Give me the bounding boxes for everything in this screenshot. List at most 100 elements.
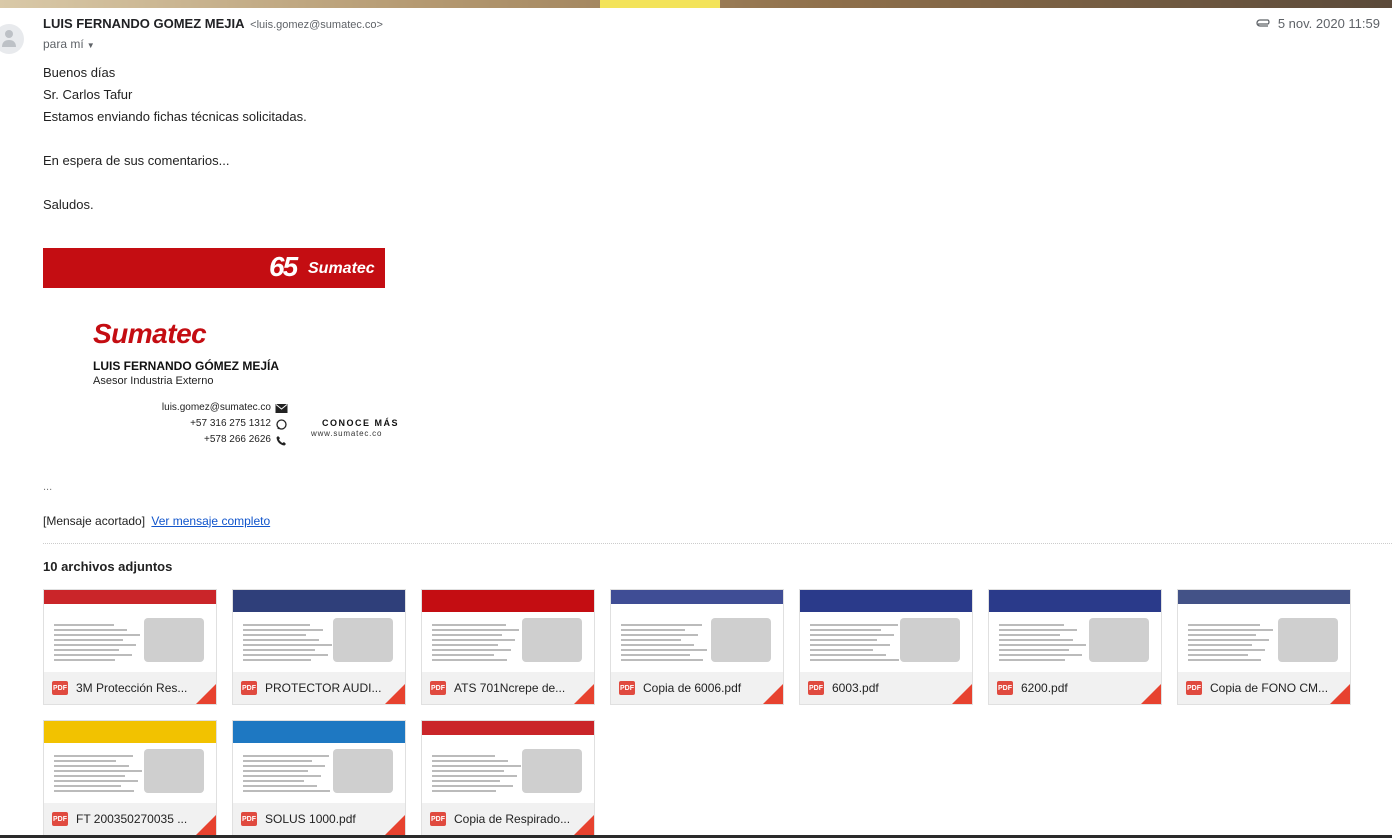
signature-banner: 65 Sumatec	[43, 248, 385, 288]
preview-line	[54, 639, 123, 641]
preview-line	[810, 654, 886, 656]
attachment-tile[interactable]: PDF 3M Protección Res...	[43, 589, 217, 705]
preview-text	[810, 624, 899, 664]
attachment-tile[interactable]: PDF ATS 701Ncrepe de...	[421, 589, 595, 705]
preview-line	[243, 649, 315, 651]
banner-65: 65	[269, 251, 298, 282]
window-top-strip	[0, 0, 1392, 8]
preview-line	[621, 624, 702, 626]
attachment-tile[interactable]: PDF FT 200350270035 ...	[43, 720, 217, 836]
preview-line	[621, 659, 703, 661]
preview-text	[432, 624, 519, 664]
preview-line	[810, 649, 873, 651]
pdf-icon: PDF	[52, 812, 68, 826]
preview-text	[243, 755, 330, 795]
conoce-url[interactable]: www.sumatec.co	[311, 429, 382, 438]
preview-line	[54, 775, 125, 777]
preview-image	[522, 749, 582, 793]
preview-line	[432, 785, 513, 787]
preview-line	[243, 760, 312, 762]
trimmed-content-toggle[interactable]: ...	[43, 481, 52, 493]
preview-line	[999, 654, 1082, 656]
preview-line	[810, 634, 894, 636]
attachment-tile[interactable]: PDF Copia de FONO CM...	[1177, 589, 1351, 705]
preview-line	[54, 644, 136, 646]
preview-line	[243, 755, 329, 757]
preview-line	[432, 765, 521, 767]
preview-image	[522, 618, 582, 662]
attachment-name: 6003.pdf	[832, 681, 879, 695]
whatsapp-icon	[276, 418, 287, 430]
preview-line	[432, 624, 506, 626]
sender-line: LUIS FERNANDO GOMEZ MEJIA <luis.gomez@su…	[43, 16, 383, 31]
attachment-preview	[44, 590, 216, 672]
preview-line	[54, 790, 134, 792]
preview-header	[44, 590, 216, 604]
preview-line	[243, 629, 323, 631]
highlight-strip	[600, 0, 720, 8]
attachment-tile[interactable]: PDF Copia de Respirado...	[421, 720, 595, 836]
pdf-icon: PDF	[430, 681, 446, 695]
preview-header	[422, 721, 594, 735]
body-line: En espera de sus comentarios...	[43, 153, 230, 168]
page-fold-icon	[1330, 684, 1350, 704]
preview-line	[621, 644, 694, 646]
page-fold-icon	[385, 815, 405, 835]
preview-image	[900, 618, 960, 662]
attachment-footer: PDF ATS 701Ncrepe de...	[422, 672, 594, 704]
preview-text	[1188, 624, 1273, 664]
page-fold-icon	[574, 684, 594, 704]
preview-line	[810, 644, 890, 646]
sender-avatar[interactable]	[0, 24, 24, 54]
sender-name[interactable]: LUIS FERNANDO GOMEZ MEJIA	[43, 16, 245, 31]
attachment-tile[interactable]: PDF Copia de 6006.pdf	[610, 589, 784, 705]
preview-image	[144, 618, 204, 662]
page-fold-icon	[574, 815, 594, 835]
pdf-icon: PDF	[241, 681, 257, 695]
signature-name: LUIS FERNANDO GÓMEZ MEJÍA	[93, 359, 280, 373]
pdf-icon: PDF	[808, 681, 824, 695]
attachment-footer: PDF Copia de 6006.pdf	[611, 672, 783, 704]
preview-line	[621, 634, 698, 636]
attachment-preview	[44, 721, 216, 803]
body-line	[43, 172, 307, 194]
attachment-preview	[989, 590, 1161, 672]
contact-mobile-row: +57 316 275 1312	[120, 416, 288, 432]
preview-line	[243, 765, 325, 767]
pdf-icon: PDF	[430, 812, 446, 826]
preview-line	[999, 629, 1077, 631]
preview-line	[432, 775, 517, 777]
preview-text	[243, 624, 332, 664]
pdf-icon: PDF	[1186, 681, 1202, 695]
preview-line	[432, 639, 515, 641]
page-fold-icon	[385, 684, 405, 704]
attachment-tile[interactable]: PDF 6003.pdf	[799, 589, 973, 705]
preview-line	[243, 790, 330, 792]
view-full-message-link[interactable]: Ver mensaje completo	[151, 514, 270, 528]
attachment-preview	[1178, 590, 1350, 672]
truncated-label: [Mensaje acortado]	[43, 514, 146, 528]
attachment-tile[interactable]: PDF SOLUS 1000.pdf	[232, 720, 406, 836]
attachment-preview	[800, 590, 972, 672]
recipient-toggle[interactable]: para mí ▼	[43, 37, 95, 51]
contact-email[interactable]: luis.gomez@sumatec.co	[162, 400, 271, 416]
preview-header	[422, 590, 594, 612]
preview-line	[810, 639, 877, 641]
contact-office-row: +578 266 2626	[120, 432, 288, 448]
preview-line	[243, 639, 319, 641]
preview-line	[54, 785, 121, 787]
contact-office: +578 266 2626	[203, 434, 271, 445]
preview-image	[1089, 618, 1149, 662]
preview-line	[810, 624, 898, 626]
preview-header	[611, 590, 783, 604]
conoce-mas: CONOCE MÁS	[322, 418, 400, 428]
attachment-preview	[233, 590, 405, 672]
message-date: 5 nov. 2020 11:59	[1256, 16, 1380, 31]
attachment-footer: PDF Copia de Respirado...	[422, 803, 594, 835]
attachment-footer: PDF 6003.pdf	[800, 672, 972, 704]
preview-image	[711, 618, 771, 662]
attachment-preview	[611, 590, 783, 672]
attachment-tile[interactable]: PDF PROTECTOR AUDI...	[232, 589, 406, 705]
signature-contacts: luis.gomez@sumatec.co +57 316 275 1312 +…	[120, 400, 288, 448]
attachment-tile[interactable]: PDF 6200.pdf	[988, 589, 1162, 705]
